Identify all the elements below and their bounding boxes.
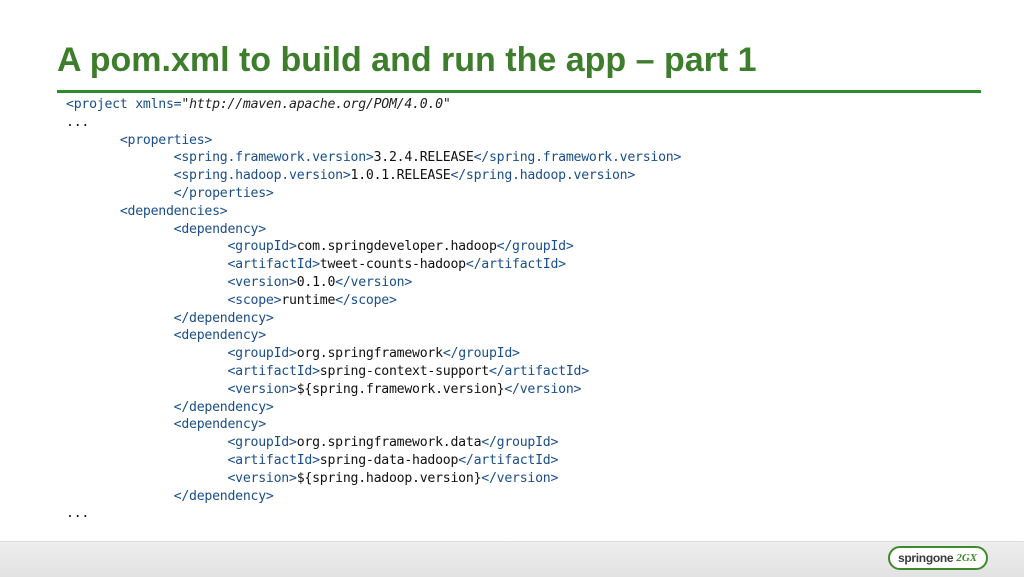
code-token-tag: </spring.hadoop.version> xyxy=(450,168,636,184)
code-token-tag: </artifactId> xyxy=(458,452,559,468)
slide-title: A pom.xml to build and run the app – par… xyxy=(57,41,757,79)
code-line: <properties> xyxy=(66,132,681,150)
code-token-tag: <dependency> xyxy=(173,221,267,237)
code-token-tag: </version> xyxy=(481,470,559,486)
code-line: </properties> xyxy=(66,185,681,203)
code-token-tag: </version> xyxy=(504,381,582,397)
code-token-tag: <project xyxy=(66,97,136,112)
code-token-tag: </dependency> xyxy=(173,310,274,326)
code-line: </dependency> xyxy=(66,399,681,417)
logo-text: springone xyxy=(898,551,954,565)
code-token-val: spring-context-support xyxy=(319,363,489,379)
code-line: <project xmlns="http://maven.apache.org/… xyxy=(66,96,681,114)
code-token-tag: </groupId> xyxy=(442,346,520,362)
code-token-tag: </groupId> xyxy=(496,239,574,255)
code-token-tag: </version> xyxy=(335,274,413,290)
code-token-tag: </spring.framework.version> xyxy=(473,150,682,166)
code-line: ... xyxy=(66,114,681,132)
code-token-tag: </dependency> xyxy=(173,488,274,504)
code-line: <spring.hadoop.version>1.0.1.RELEASE</sp… xyxy=(66,167,681,185)
code-token-val: tweet-counts-hadoop xyxy=(319,257,466,273)
code-line: <artifactId>spring-context-support</arti… xyxy=(66,363,681,381)
code-token-val: 3.2.4.RELEASE xyxy=(373,150,474,166)
code-line: <dependency> xyxy=(66,221,681,239)
code-token-val: org.springframework xyxy=(296,346,443,362)
code-token-tag: <version> xyxy=(227,470,297,486)
code-line: <version>${spring.framework.version}</ve… xyxy=(66,381,681,399)
code-line: <scope>runtime</scope> xyxy=(66,292,681,310)
code-token-tag: <dependency> xyxy=(173,328,267,344)
code-token-val: ${spring.hadoop.version} xyxy=(296,470,482,486)
code-token-val: com.springdeveloper.hadoop xyxy=(296,239,497,255)
springone-2gx-logo: springone 2GX xyxy=(888,546,988,570)
code-token-tag: <spring.hadoop.version> xyxy=(173,168,351,184)
code-line: <dependency> xyxy=(66,327,681,345)
code-line: <dependency> xyxy=(66,416,681,434)
code-token-val: 1.0.1.RELEASE xyxy=(350,168,451,184)
code-token-tag: <groupId> xyxy=(227,435,297,451)
code-token-attr: xmlns xyxy=(135,97,174,112)
code-line: </dependency> xyxy=(66,488,681,506)
code-token-val: ... xyxy=(66,114,90,130)
code-token-tag: <version> xyxy=(227,274,297,290)
code-line: <groupId>org.springframework.data</group… xyxy=(66,434,681,452)
code-line: <version>${spring.hadoop.version}</versi… xyxy=(66,470,681,488)
code-line: <artifactId>spring-data-hadoop</artifact… xyxy=(66,452,681,470)
code-token-tag: <dependency> xyxy=(173,417,267,433)
code-token-tag: </groupId> xyxy=(481,435,559,451)
code-block: <project xmlns="http://maven.apache.org/… xyxy=(66,96,681,523)
code-line: ... xyxy=(66,505,681,523)
logo-suffix: 2GX xyxy=(956,552,978,564)
code-line: <version>0.1.0</version> xyxy=(66,274,681,292)
code-token-tag: <version> xyxy=(227,381,297,397)
code-token-tag: </scope> xyxy=(335,292,397,308)
code-token-tag: <groupId> xyxy=(227,346,297,362)
code-token-tag: <dependencies> xyxy=(119,203,228,219)
code-line: <groupId>org.springframework</groupId> xyxy=(66,345,681,363)
code-token-tag: </artifactId> xyxy=(488,363,589,379)
code-token-tag: <spring.framework.version> xyxy=(173,150,374,166)
code-token-tag: <artifactId> xyxy=(227,452,320,468)
code-line: <spring.framework.version>3.2.4.RELEASE<… xyxy=(66,149,682,167)
code-token-tag: <artifactId> xyxy=(227,363,320,379)
code-token-val: org.springframework.data xyxy=(296,435,482,451)
code-token-tag: <artifactId> xyxy=(227,257,320,273)
code-line: <dependencies> xyxy=(66,203,681,221)
code-token-val: spring-data-hadoop xyxy=(319,452,459,468)
code-token-val: 0.1.0 xyxy=(296,274,336,290)
code-token-tag: </artifactId> xyxy=(465,257,566,273)
code-token-val: ${spring.framework.version} xyxy=(296,381,505,397)
code-token-tag: </dependency> xyxy=(173,399,274,415)
code-token-str: "http://maven.apache.org/POM/4.0.0" xyxy=(181,97,451,112)
code-token-tag: <scope> xyxy=(227,292,282,308)
code-line: </dependency> xyxy=(66,310,681,328)
code-line: <groupId>com.springdeveloper.hadoop</gro… xyxy=(66,238,681,256)
code-token-tag: <properties> xyxy=(119,132,213,148)
code-token-val: ... xyxy=(66,506,90,522)
code-token-tag: </properties> xyxy=(173,185,274,201)
title-divider xyxy=(57,90,981,93)
footer-band xyxy=(0,541,1024,577)
code-token-tag: <groupId> xyxy=(227,239,297,255)
code-token-val: runtime xyxy=(281,292,336,308)
code-line: <artifactId>tweet-counts-hadoop</artifac… xyxy=(66,256,681,274)
